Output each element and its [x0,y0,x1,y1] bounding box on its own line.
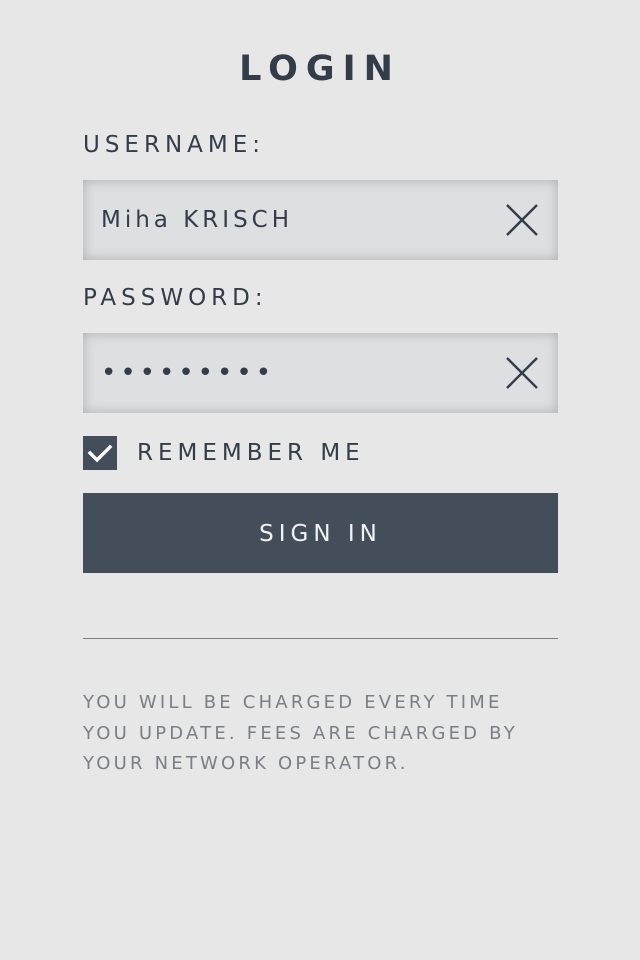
password-field[interactable]: ••••••••• [83,333,558,413]
remember-me-checkbox[interactable] [83,436,117,470]
divider [83,638,558,639]
disclaimer-line: YOU UPDATE. FEES ARE CHARGED BY [83,722,518,744]
disclaimer-line: YOU WILL BE CHARGED EVERY TIME [83,692,503,713]
password-input[interactable]: ••••••••• [101,333,275,413]
username-input[interactable] [101,180,481,260]
password-label: PASSWORD: [83,285,268,311]
username-field[interactable] [83,180,558,260]
password-clear-button[interactable] [504,355,540,391]
username-label: USERNAME: [83,132,266,158]
close-icon [506,204,538,236]
close-icon [506,357,538,389]
remember-me-label[interactable]: REMEMBER ME [137,438,365,468]
page-title: LOGIN [239,49,401,89]
fee-disclaimer: YOU WILL BE CHARGED EVERY TIME YOU UPDAT… [83,688,583,780]
disclaimer-line: YOUR NETWORK OPERATOR. [83,753,409,774]
username-clear-button[interactable] [504,202,540,238]
sign-in-button[interactable]: SIGN IN [83,493,558,573]
checkmark-icon [87,444,113,463]
